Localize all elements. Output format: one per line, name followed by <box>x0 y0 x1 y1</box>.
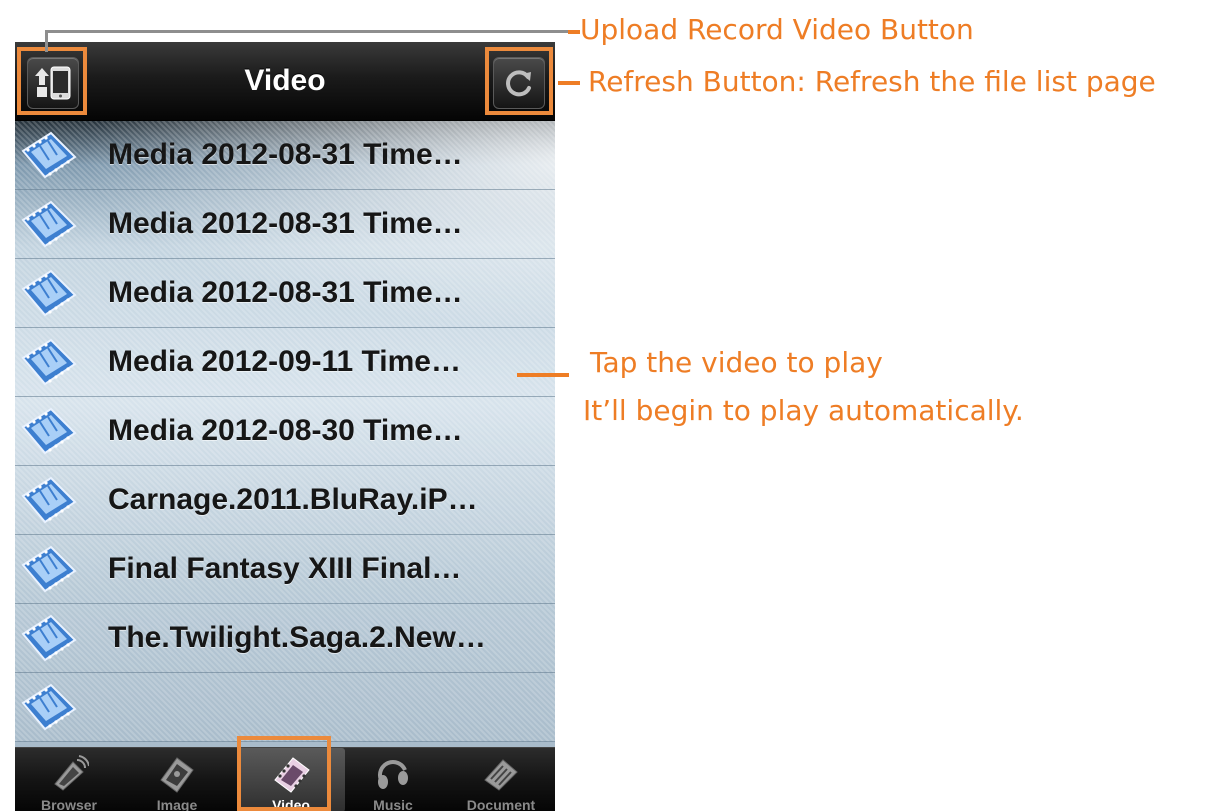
tab-music[interactable]: Music <box>339 748 447 811</box>
list-item[interactable]: The.Twilight.Saga.2.New… <box>15 604 555 673</box>
tab-document[interactable]: Document <box>447 748 555 811</box>
film-strip-icon <box>21 407 77 455</box>
film-strip-icon <box>21 545 77 593</box>
list-item-label: The.Twilight.Saga.2.New… <box>108 621 486 654</box>
video-film-icon <box>274 757 310 793</box>
list-item[interactable]: Media 2012-08-30 Time… <box>15 397 555 466</box>
browser-icon <box>54 755 89 791</box>
list-item[interactable] <box>15 673 555 742</box>
film-strip-icon <box>21 338 77 386</box>
page-title: Video <box>244 64 326 97</box>
film-strip-icon <box>21 476 77 524</box>
film-strip-icon <box>21 131 77 179</box>
upload-annotation: Upload Record Video Button <box>580 13 974 46</box>
list-item-label: Media 2012-08-31 Time… <box>108 138 463 171</box>
document-icon <box>484 759 518 791</box>
list-item[interactable]: Media 2012-08-31 Time… <box>15 190 555 259</box>
tab-label-document: Document <box>466 797 536 811</box>
upload-callout-line-vertical <box>45 30 48 52</box>
upload-record-video-button[interactable] <box>27 57 79 109</box>
refresh-button[interactable] <box>493 57 545 109</box>
upload-callout-line-horizontal <box>45 30 570 33</box>
refresh-icon <box>506 70 531 97</box>
navigation-bar: Video <box>15 42 555 121</box>
list-item-label: Final Fantasy XIII Final… <box>108 552 462 585</box>
upload-record-video-icon <box>35 66 71 100</box>
list-item-label: Carnage.2011.BluRay.iP… <box>108 483 478 516</box>
video-file-list[interactable]: Media 2012-08-31 Time… Media 2012-08-31 T… <box>15 121 555 747</box>
tab-label-music: Music <box>373 797 413 811</box>
refresh-annotation: Refresh Button: Refresh the file list pa… <box>588 65 1156 98</box>
film-strip-icon <box>21 200 77 248</box>
film-strip-icon <box>21 683 77 731</box>
list-item[interactable]: Final Fantasy XIII Final… <box>15 535 555 604</box>
list-item-label: Media 2012-09-11 Time… <box>108 345 461 378</box>
tab-label-image: Image <box>156 797 198 811</box>
tab-bar: Browser Image Video Music Document <box>15 747 555 811</box>
list-item-label: Media 2012-08-31 Time… <box>108 207 463 240</box>
tab-image[interactable]: Image <box>123 748 231 811</box>
film-strip-icon <box>21 269 77 317</box>
upload-callout-tick <box>568 30 580 34</box>
tab-label-browser: Browser <box>40 797 98 811</box>
tab-video[interactable]: Video <box>237 748 345 811</box>
tap-annotation-line2: It’ll begin to play automatically. <box>583 394 1024 427</box>
refresh-callout-line <box>558 81 580 85</box>
tap-callout-line <box>517 373 569 377</box>
phone-screen: Video Media 2012-08-31 Time… Media 2012-0… <box>15 42 555 811</box>
tab-browser[interactable]: Browser <box>15 748 123 811</box>
list-item[interactable]: Media 2012-08-31 Time… <box>15 121 555 190</box>
list-item[interactable]: Carnage.2011.BluRay.iP… <box>15 466 555 535</box>
list-item[interactable]: Media 2012-09-11 Time… <box>15 328 555 397</box>
list-item[interactable]: Media 2012-08-31 Time… <box>15 259 555 328</box>
image-icon <box>160 757 194 793</box>
headphones-icon <box>378 760 408 789</box>
list-item-label: Media 2012-08-31 Time… <box>108 276 463 309</box>
list-item-label: Media 2012-08-30 Time… <box>108 414 463 447</box>
tab-label-video: Video <box>272 797 310 811</box>
film-strip-icon <box>21 614 77 662</box>
tap-annotation-line1: Tap the video to play <box>590 346 883 379</box>
